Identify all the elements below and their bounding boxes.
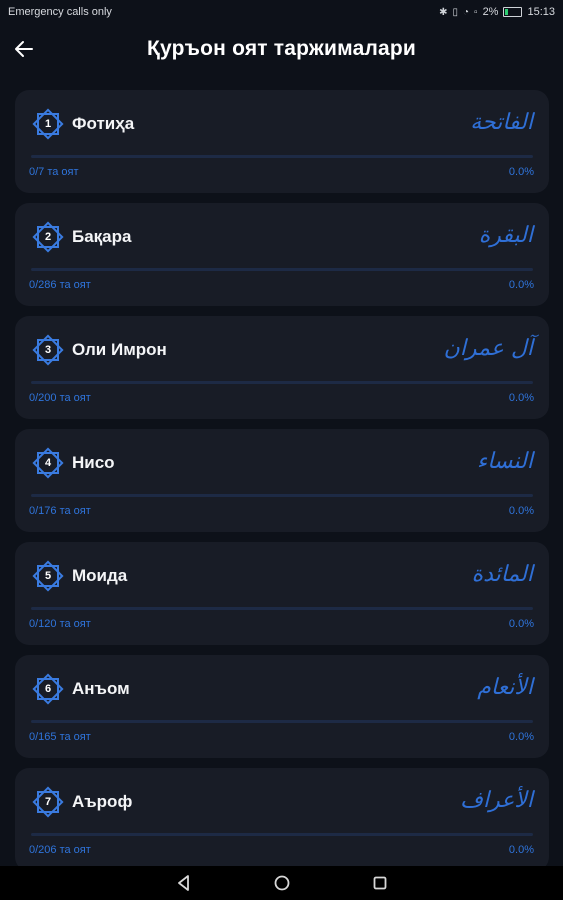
progress-percent: 0.0% <box>508 279 534 291</box>
battery-icon <box>503 7 523 17</box>
surah-number: 7 <box>44 796 52 808</box>
surah-card[interactable]: 6 Анъом الأنعام 0/165 та оят 0.0% <box>15 655 549 758</box>
nav-home-button[interactable] <box>270 871 294 895</box>
progress-percent: 0.0% <box>508 392 534 404</box>
progress-bar <box>31 268 533 271</box>
surah-name: Оли Имрон <box>72 340 167 359</box>
page-title: Қуръон оят таржималари <box>146 37 417 60</box>
vibrate-icon: ▯ <box>452 6 458 18</box>
surah-arabic-name: آل عمران <box>443 336 533 361</box>
surah-name: Аъроф <box>72 792 133 811</box>
progress-bar <box>31 833 533 836</box>
ayah-count: 0/200 та оят <box>29 392 91 404</box>
progress-percent: 0.0% <box>508 505 534 517</box>
ayah-count: 0/7 та оят <box>29 166 79 178</box>
status-icons: ✱ ▯ ◔ ▫ 2% 15:13 <box>439 6 555 18</box>
ayah-count: 0/206 та оят <box>29 844 91 856</box>
system-nav-bar <box>0 866 563 900</box>
surah-number: 2 <box>44 231 52 243</box>
surah-arabic-name: النساء <box>476 449 533 474</box>
octagram-badge-icon: 3 <box>31 333 65 367</box>
surah-card[interactable]: 7 Аъроф الأعراف 0/206 та оят 0.0% <box>15 768 549 871</box>
progress-percent: 0.0% <box>508 731 534 743</box>
progress-bar <box>31 155 533 158</box>
surah-name: Нисо <box>72 453 115 472</box>
battery-percent: 2% <box>482 6 499 18</box>
surah-card[interactable]: 4 Нисо النساء 0/176 та оят 0.0% <box>15 429 549 532</box>
progress-percent: 0.0% <box>508 166 534 178</box>
surah-arabic-name: الفاتحة <box>470 110 533 135</box>
nav-recents-button[interactable] <box>368 871 392 895</box>
surah-name: Анъом <box>72 679 130 698</box>
surah-number: 3 <box>44 344 52 356</box>
sim-icon: ▫ <box>474 6 478 18</box>
surah-arabic-name: البقرة <box>478 223 533 248</box>
surah-number: 1 <box>44 118 52 130</box>
progress-percent: 0.0% <box>508 618 534 630</box>
surah-card[interactable]: 5 Моида المائدة 0/120 та оят 0.0% <box>15 542 549 645</box>
surah-name: Моида <box>72 566 128 585</box>
recents-square-icon <box>373 876 386 890</box>
progress-bar <box>31 381 533 384</box>
surah-number: 4 <box>44 457 52 469</box>
ayah-count: 0/176 та оят <box>29 505 91 517</box>
status-bar: Emergency calls only ✱ ▯ ◔ ▫ 2% 15:13 <box>0 0 563 24</box>
surah-arabic-name: المائدة <box>471 562 533 587</box>
carrier-text: Emergency calls only <box>8 6 112 18</box>
ayah-count: 0/286 та оят <box>29 279 91 291</box>
nav-back-button[interactable] <box>172 871 196 895</box>
octagram-badge-icon: 7 <box>31 785 65 819</box>
octagram-badge-icon: 2 <box>31 220 65 254</box>
octagram-badge-icon: 5 <box>31 559 65 593</box>
app-bar: Қуръон оят таржималари <box>0 24 563 76</box>
surah-card[interactable]: 2 Бақара البقرة 0/286 та оят 0.0% <box>15 203 549 306</box>
surah-card[interactable]: 1 Фотиҳа الفاتحة 0/7 та оят 0.0% <box>15 90 549 193</box>
ayah-count: 0/120 та оят <box>29 618 91 630</box>
surah-name: Фотиҳа <box>72 114 135 133</box>
clock: 15:13 <box>527 6 555 18</box>
octagram-badge-icon: 6 <box>31 672 65 706</box>
progress-bar <box>31 720 533 723</box>
home-circle-icon <box>274 875 289 891</box>
back-triangle-icon <box>177 875 189 891</box>
progress-percent: 0.0% <box>508 844 534 856</box>
surah-arabic-name: الأعراف <box>460 788 533 813</box>
surah-card[interactable]: 3 Оли Имрон آل عمران 0/200 та оят 0.0% <box>15 316 549 419</box>
wifi-icon: ◔ <box>462 6 470 18</box>
bluetooth-icon: ✱ <box>439 6 448 18</box>
surah-number: 6 <box>44 683 52 695</box>
progress-bar <box>31 494 533 497</box>
surah-list: 1 Фотиҳа الفاتحة 0/7 та оят 0.0% 2 Бақар… <box>15 90 549 881</box>
octagram-badge-icon: 1 <box>31 107 65 141</box>
surah-number: 5 <box>44 570 52 582</box>
surah-arabic-name: الأنعام <box>477 675 533 700</box>
ayah-count: 0/165 та оят <box>29 731 91 743</box>
surah-name: Бақара <box>72 227 132 246</box>
octagram-badge-icon: 4 <box>31 446 65 480</box>
progress-bar <box>31 607 533 610</box>
